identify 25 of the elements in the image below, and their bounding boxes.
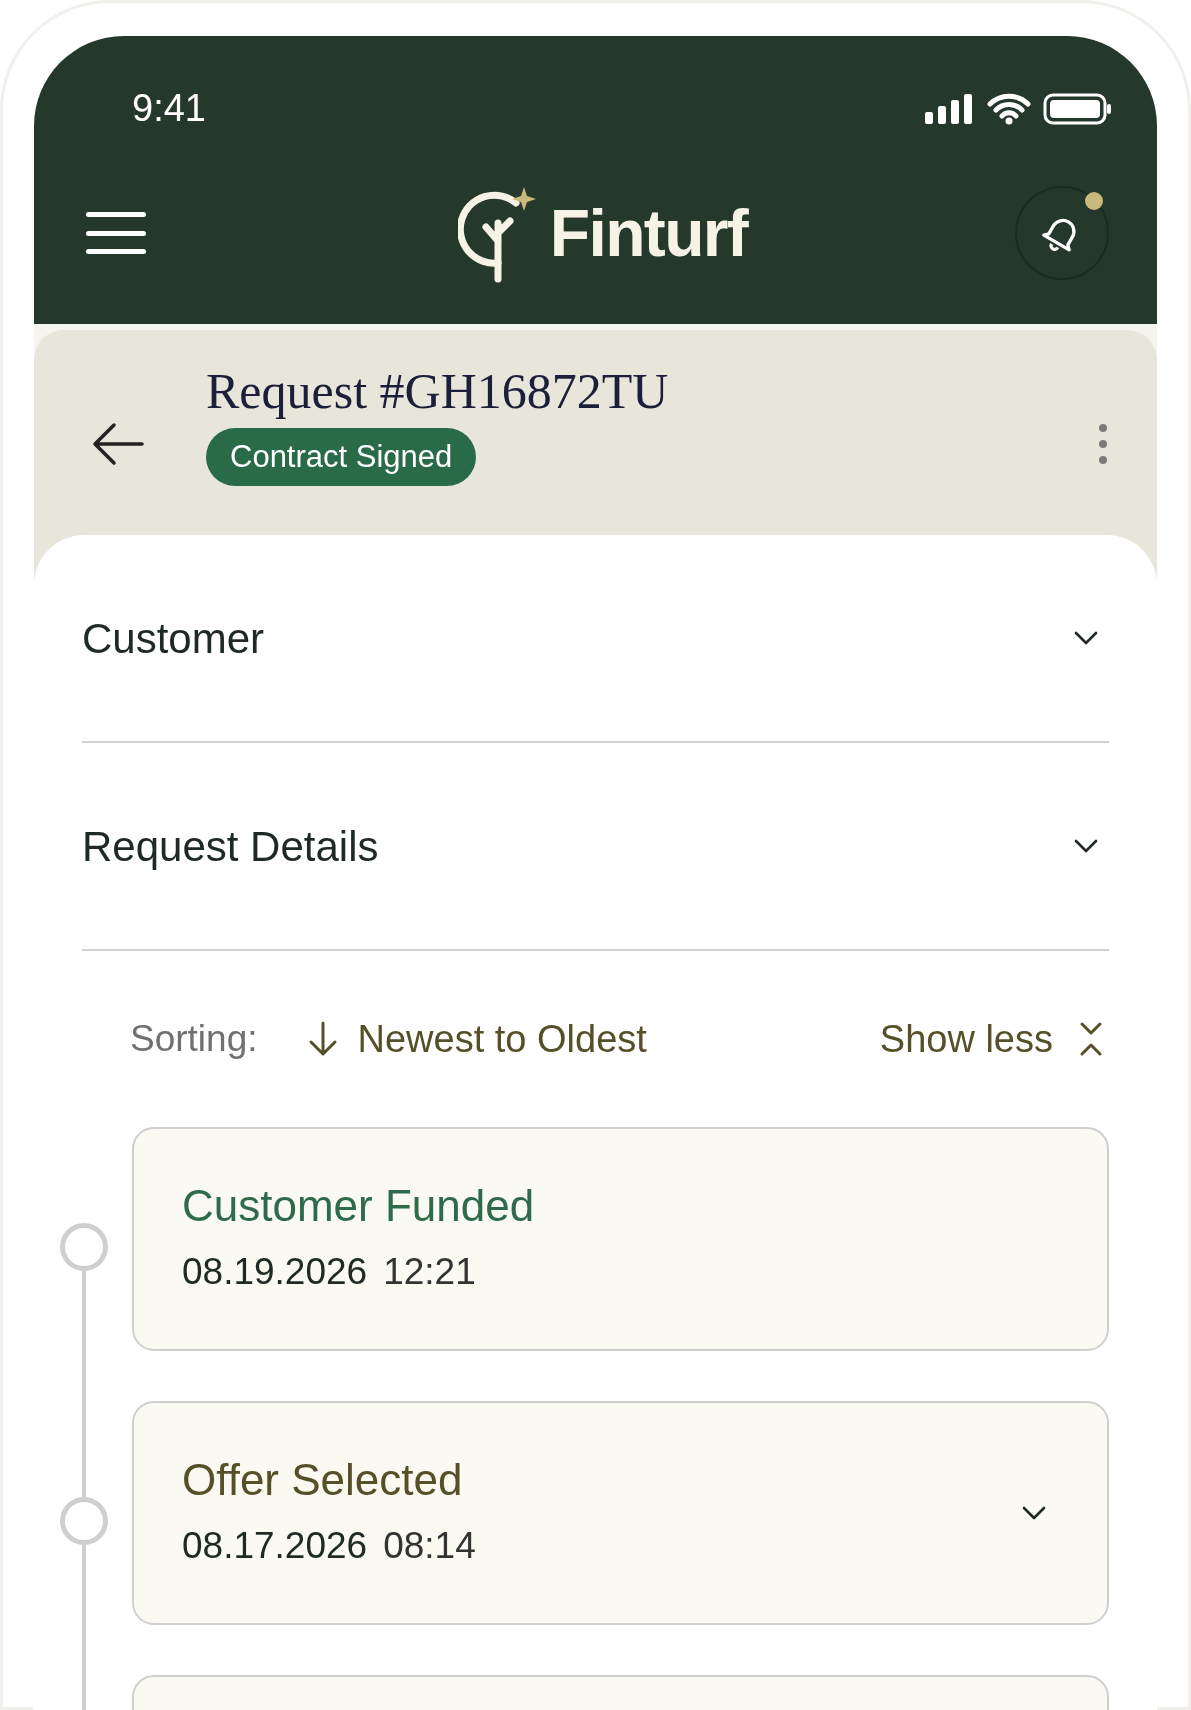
event-title: Offer Selected bbox=[182, 1454, 464, 1507]
accordion-section[interactable]: Customer bbox=[82, 535, 1109, 743]
back-arrow-icon bbox=[92, 422, 144, 466]
collapse-icon bbox=[1079, 1021, 1103, 1057]
battery-icon bbox=[1043, 92, 1113, 125]
timeline-card[interactable]: Offer Selected 08.17.2026 08:14 bbox=[132, 1401, 1109, 1625]
event-date: 08.17.2026 bbox=[182, 1524, 368, 1569]
event-time: 08:14 bbox=[383, 1524, 476, 1569]
request-title: Request #GH16872TU bbox=[206, 362, 669, 421]
show-less-button[interactable]: Show less bbox=[879, 1010, 1103, 1068]
down-arrow-icon bbox=[307, 1021, 338, 1057]
chevron-down-icon bbox=[1073, 838, 1099, 854]
accordion-section[interactable]: Request Details bbox=[82, 743, 1109, 951]
timeline-node bbox=[60, 1223, 108, 1271]
status-time: 9:41 bbox=[132, 86, 206, 131]
sorting-label: Sorting: bbox=[130, 1017, 258, 1062]
event-date: 08.19.2026 bbox=[182, 1250, 368, 1295]
event-time: 12:21 bbox=[383, 1250, 476, 1295]
logo-wordmark: Finturf bbox=[549, 194, 748, 272]
wifi-icon bbox=[987, 92, 1031, 125]
chevron-down-icon bbox=[1073, 630, 1099, 646]
status-badge: Contract Signed bbox=[206, 428, 477, 486]
signal-icon bbox=[925, 93, 975, 124]
event-title: Customer Funded bbox=[182, 1180, 536, 1233]
sort-order-button[interactable]: Newest to Oldest bbox=[307, 1010, 647, 1068]
